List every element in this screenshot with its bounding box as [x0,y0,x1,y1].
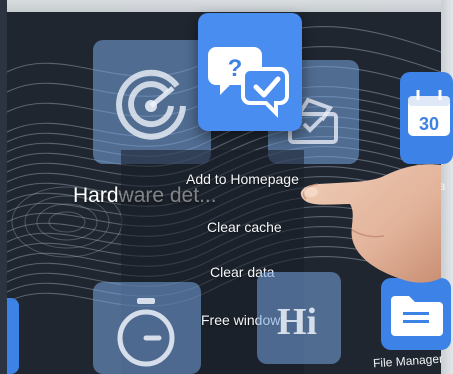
touchscreen-photo: ? 30 Add to Homepage Clear cache Clear d… [0,0,453,374]
pointing-hand [300,164,441,283]
